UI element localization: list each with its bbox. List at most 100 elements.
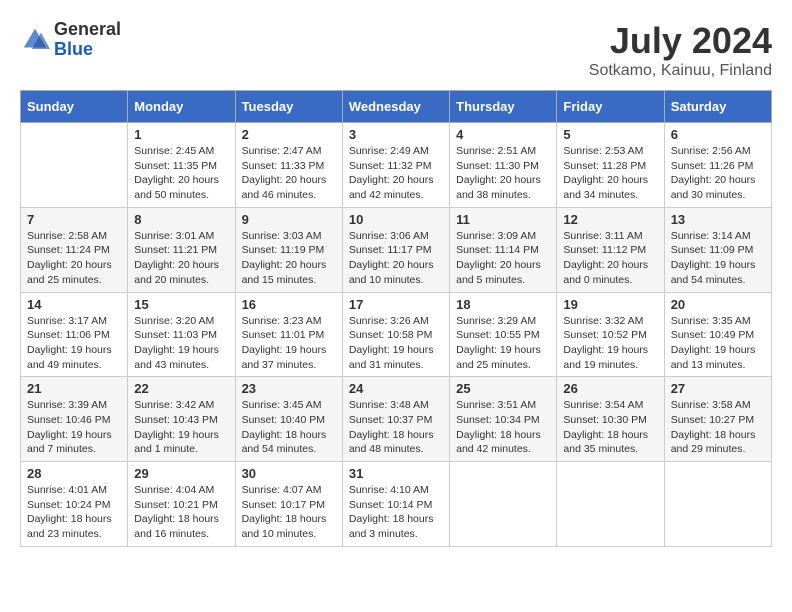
calendar-cell xyxy=(450,462,557,547)
day-number: 12 xyxy=(563,212,657,227)
day-number: 3 xyxy=(349,127,443,142)
day-number: 2 xyxy=(242,127,336,142)
day-info: Sunrise: 3:51 AM Sunset: 10:34 PM Daylig… xyxy=(456,398,550,457)
day-info: Sunrise: 3:42 AM Sunset: 10:43 PM Daylig… xyxy=(134,398,228,457)
day-number: 5 xyxy=(563,127,657,142)
day-info: Sunrise: 3:26 AM Sunset: 10:58 PM Daylig… xyxy=(349,314,443,373)
calendar-cell: 6Sunrise: 2:56 AM Sunset: 11:26 PM Dayli… xyxy=(664,123,771,208)
day-header-thursday: Thursday xyxy=(450,91,557,123)
day-number: 31 xyxy=(349,466,443,481)
logo-icon xyxy=(20,25,50,55)
calendar-cell xyxy=(21,123,128,208)
day-number: 24 xyxy=(349,381,443,396)
day-number: 7 xyxy=(27,212,121,227)
day-header-tuesday: Tuesday xyxy=(235,91,342,123)
calendar-cell: 9 Sunrise: 3:03 AM Sunset: 11:19 PM Dayli… xyxy=(235,207,342,292)
calendar-cell: 3Sunrise: 2:49 AM Sunset: 11:32 PM Dayli… xyxy=(342,123,449,208)
day-info: Sunrise: 3:23 AM Sunset: 11:01 PM Daylig… xyxy=(242,314,336,373)
day-info: Sunrise: 3:35 AM Sunset: 10:49 PM Daylig… xyxy=(671,314,765,373)
day-number: 26 xyxy=(563,381,657,396)
calendar-cell: 24 Sunrise: 3:48 AM Sunset: 10:37 PM Dayl… xyxy=(342,377,449,462)
day-info: Sunrise: 3:32 AM Sunset: 10:52 PM Daylig… xyxy=(563,314,657,373)
day-number: 18 xyxy=(456,297,550,312)
day-number: 10 xyxy=(349,212,443,227)
calendar-cell: 12 Sunrise: 3:11 AM Sunset: 11:12 PM Dayl… xyxy=(557,207,664,292)
day-info: Sunrise: 3:58 AM Sunset: 10:27 PM Daylig… xyxy=(671,398,765,457)
day-number: 21 xyxy=(27,381,121,396)
day-number: 22 xyxy=(134,381,228,396)
day-info: Sunrise: 3:20 AM Sunset: 11:03 PM Daylig… xyxy=(134,314,228,373)
day-header-sunday: Sunday xyxy=(21,91,128,123)
calendar-cell: 30 Sunrise: 4:07 AM Sunset: 10:17 PM Dayl… xyxy=(235,462,342,547)
day-info: Sunrise: 3:29 AM Sunset: 10:55 PM Daylig… xyxy=(456,314,550,373)
calendar-cell: 14 Sunrise: 3:17 AM Sunset: 11:06 PM Dayl… xyxy=(21,292,128,377)
day-number: 30 xyxy=(242,466,336,481)
calendar-cell: 29 Sunrise: 4:04 AM Sunset: 10:21 PM Dayl… xyxy=(128,462,235,547)
calendar-cell: 16 Sunrise: 3:23 AM Sunset: 11:01 PM Dayl… xyxy=(235,292,342,377)
calendar-week-2: 7 Sunrise: 2:58 AM Sunset: 11:24 PM Dayli… xyxy=(21,207,772,292)
calendar-cell xyxy=(664,462,771,547)
calendar-cell: 23Sunrise: 3:45 AM Sunset: 10:40 PM Dayl… xyxy=(235,377,342,462)
day-number: 8 xyxy=(134,212,228,227)
day-info: Sunrise: 3:48 AM Sunset: 10:37 PM Daylig… xyxy=(349,398,443,457)
day-number: 13 xyxy=(671,212,765,227)
calendar-cell: 7 Sunrise: 2:58 AM Sunset: 11:24 PM Dayli… xyxy=(21,207,128,292)
day-info: Sunrise: 4:10 AM Sunset: 10:14 PM Daylig… xyxy=(349,483,443,542)
calendar-cell: 5 Sunrise: 2:53 AM Sunset: 11:28 PM Dayli… xyxy=(557,123,664,208)
day-info: Sunrise: 3:14 AM Sunset: 11:09 PM Daylig… xyxy=(671,229,765,288)
day-info: Sunrise: 2:58 AM Sunset: 11:24 PM Daylig… xyxy=(27,229,121,288)
calendar-cell: 10 Sunrise: 3:06 AM Sunset: 11:17 PM Dayl… xyxy=(342,207,449,292)
calendar-cell: 18 Sunrise: 3:29 AM Sunset: 10:55 PM Dayl… xyxy=(450,292,557,377)
day-number: 16 xyxy=(242,297,336,312)
calendar-cell: 13 Sunrise: 3:14 AM Sunset: 11:09 PM Dayl… xyxy=(664,207,771,292)
day-info: Sunrise: 2:56 AM Sunset: 11:26 PM Daylig… xyxy=(671,144,765,203)
day-info: Sunrise: 4:04 AM Sunset: 10:21 PM Daylig… xyxy=(134,483,228,542)
day-number: 19 xyxy=(563,297,657,312)
day-info: Sunrise: 3:06 AM Sunset: 11:17 PM Daylig… xyxy=(349,229,443,288)
day-number: 14 xyxy=(27,297,121,312)
day-number: 28 xyxy=(27,466,121,481)
calendar-cell: 19 Sunrise: 3:32 AM Sunset: 10:52 PM Dayl… xyxy=(557,292,664,377)
day-number: 1 xyxy=(134,127,228,142)
day-header-saturday: Saturday xyxy=(664,91,771,123)
day-number: 4 xyxy=(456,127,550,142)
header: General Blue July 2024 Sotkamo, Kainuu, … xyxy=(20,20,772,80)
day-info: Sunrise: 4:07 AM Sunset: 10:17 PM Daylig… xyxy=(242,483,336,542)
day-number: 9 xyxy=(242,212,336,227)
calendar-cell: 2Sunrise: 2:47 AM Sunset: 11:33 PM Dayli… xyxy=(235,123,342,208)
day-info: Sunrise: 3:03 AM Sunset: 11:19 PM Daylig… xyxy=(242,229,336,288)
title-area: July 2024 Sotkamo, Kainuu, Finland xyxy=(589,20,772,80)
calendar-cell: 11Sunrise: 3:09 AM Sunset: 11:14 PM Dayl… xyxy=(450,207,557,292)
calendar-cell: 26Sunrise: 3:54 AM Sunset: 10:30 PM Dayl… xyxy=(557,377,664,462)
day-info: Sunrise: 2:51 AM Sunset: 11:30 PM Daylig… xyxy=(456,144,550,203)
day-info: Sunrise: 3:39 AM Sunset: 10:46 PM Daylig… xyxy=(27,398,121,457)
logo-text: General Blue xyxy=(54,20,121,60)
calendar-cell: 25 Sunrise: 3:51 AM Sunset: 10:34 PM Dayl… xyxy=(450,377,557,462)
day-number: 29 xyxy=(134,466,228,481)
day-number: 25 xyxy=(456,381,550,396)
calendar-cell: 27Sunrise: 3:58 AM Sunset: 10:27 PM Dayl… xyxy=(664,377,771,462)
day-header-wednesday: Wednesday xyxy=(342,91,449,123)
subtitle: Sotkamo, Kainuu, Finland xyxy=(589,62,772,80)
day-info: Sunrise: 3:01 AM Sunset: 11:21 PM Daylig… xyxy=(134,229,228,288)
day-number: 23 xyxy=(242,381,336,396)
day-number: 20 xyxy=(671,297,765,312)
calendar-cell: 20 Sunrise: 3:35 AM Sunset: 10:49 PM Dayl… xyxy=(664,292,771,377)
calendar-cell: 28 Sunrise: 4:01 AM Sunset: 10:24 PM Dayl… xyxy=(21,462,128,547)
logo: General Blue xyxy=(20,20,121,60)
calendar-cell: 21 Sunrise: 3:39 AM Sunset: 10:46 PM Dayl… xyxy=(21,377,128,462)
day-header-monday: Monday xyxy=(128,91,235,123)
day-info: Sunrise: 3:17 AM Sunset: 11:06 PM Daylig… xyxy=(27,314,121,373)
day-info: Sunrise: 2:53 AM Sunset: 11:28 PM Daylig… xyxy=(563,144,657,203)
calendar-cell: 4 Sunrise: 2:51 AM Sunset: 11:30 PM Dayli… xyxy=(450,123,557,208)
day-number: 17 xyxy=(349,297,443,312)
day-info: Sunrise: 3:11 AM Sunset: 11:12 PM Daylig… xyxy=(563,229,657,288)
calendar-week-5: 28 Sunrise: 4:01 AM Sunset: 10:24 PM Dayl… xyxy=(21,462,772,547)
calendar-week-4: 21 Sunrise: 3:39 AM Sunset: 10:46 PM Dayl… xyxy=(21,377,772,462)
calendar-cell: 31 Sunrise: 4:10 AM Sunset: 10:14 PM Dayl… xyxy=(342,462,449,547)
day-info: Sunrise: 4:01 AM Sunset: 10:24 PM Daylig… xyxy=(27,483,121,542)
main-title: July 2024 xyxy=(589,20,772,62)
day-info: Sunrise: 2:45 AM Sunset: 11:35 PM Daylig… xyxy=(134,144,228,203)
calendar-cell: 22 Sunrise: 3:42 AM Sunset: 10:43 PM Dayl… xyxy=(128,377,235,462)
day-number: 15 xyxy=(134,297,228,312)
